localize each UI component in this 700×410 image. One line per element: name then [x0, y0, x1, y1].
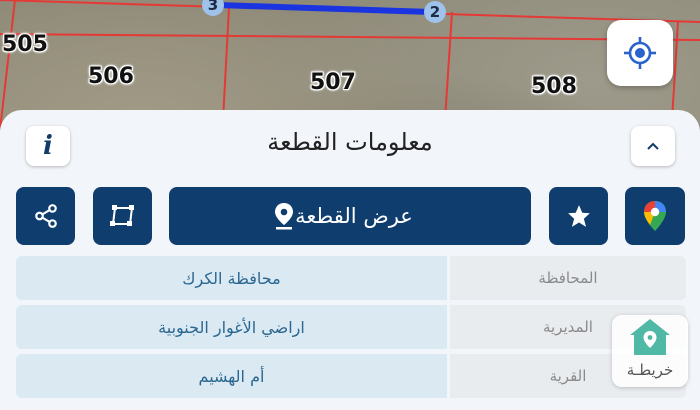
crosshair-locate-icon: [624, 37, 656, 69]
boundary-line-mid: [0, 33, 700, 41]
selected-parcel-edge: [217, 2, 433, 15]
view-parcel-label: عرض القطعة: [295, 204, 413, 228]
chevron-up-icon: [647, 142, 659, 150]
share-button[interactable]: [16, 187, 75, 245]
sheet-title: معلومات القطعة: [267, 128, 433, 156]
locate-me-button[interactable]: [607, 20, 673, 86]
vertex-marker-2[interactable]: 2: [424, 1, 446, 23]
view-parcel-button[interactable]: عرض القطعة: [169, 187, 531, 245]
collapse-button[interactable]: [631, 126, 675, 166]
parcel-label-507[interactable]: 507: [310, 70, 356, 95]
governorate-label: المحافظة: [450, 256, 686, 300]
village-value: أم الهشيم: [16, 354, 447, 398]
boundary-line-507-west: [222, 7, 230, 121]
google-maps-button[interactable]: [625, 187, 685, 245]
info-row-directorate: اراضي الأغوار الجنوبية المديرية: [16, 305, 686, 349]
google-maps-pin-icon: [644, 201, 666, 231]
info-row-village: أم الهشيم القرية: [16, 354, 686, 398]
governorate-value: محافظة الكرك: [16, 256, 447, 300]
parcel-label-508[interactable]: 508: [531, 74, 577, 99]
parcel-label-506[interactable]: 506: [88, 64, 134, 89]
star-icon: [567, 205, 590, 227]
boundary-line-left: [0, 0, 16, 131]
boundary-line-507-east: [444, 11, 453, 121]
parcel-shape-button[interactable]: [93, 187, 152, 245]
logo-text: خريطـة: [626, 361, 674, 379]
parcel-info-sheet: i معلومات القطعة عرض القطعة محافظة الكرك…: [0, 110, 700, 410]
parcel-label-505[interactable]: 505: [2, 32, 48, 57]
directorate-value: اراضي الأغوار الجنوبية: [16, 305, 447, 349]
house-pin-logo-icon: [630, 319, 670, 355]
location-pin-icon: [275, 203, 294, 230]
favorite-button[interactable]: [549, 187, 608, 245]
polygon-shape-icon: [109, 205, 134, 226]
share-icon: [34, 204, 57, 228]
app-logo: خريطـة: [612, 315, 688, 387]
info-row-governorate: محافظة الكرك المحافظة: [16, 256, 686, 300]
